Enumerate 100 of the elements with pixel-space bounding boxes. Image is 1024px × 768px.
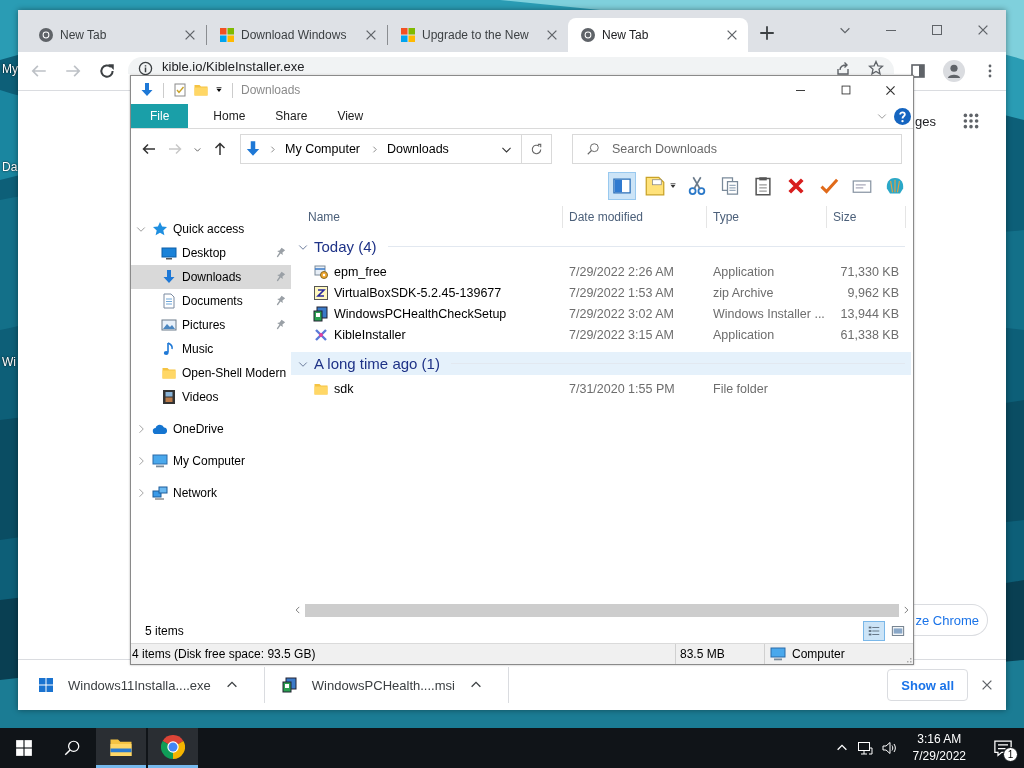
close-icon (183, 28, 197, 42)
app-icon (313, 326, 329, 343)
close-icon (976, 23, 990, 37)
setup-icon (313, 263, 329, 280)
date-cell-text: 7/29/2022 3:02 AM (568, 306, 675, 321)
type-cell-text: Application (712, 327, 776, 342)
taskbar-app[interactable] (96, 728, 146, 768)
film-icon (161, 389, 177, 405)
clipboard-icon (753, 176, 773, 196)
browser-tab[interactable]: Upgrade to the New (388, 18, 568, 52)
folder-icon (161, 365, 177, 381)
installer-icon (281, 677, 298, 693)
apps-grid-icon[interactable] (962, 112, 980, 130)
breadcrumb[interactable]: Downloads (370, 142, 453, 156)
bookmark-star-icon[interactable] (868, 60, 884, 76)
close-icon (364, 28, 378, 42)
desktop-icon-label[interactable]: My (2, 62, 18, 76)
computer-icon (770, 646, 786, 662)
type-cell-text: File folder (712, 381, 769, 396)
desktop-icon-label[interactable]: Wi (2, 355, 16, 369)
up-button[interactable] (212, 141, 228, 157)
status-size: 83.5 MB (680, 647, 725, 661)
toolbar-button[interactable] (608, 172, 636, 200)
close-icon (725, 28, 739, 42)
copy-icon (720, 176, 740, 196)
nav-item[interactable]: OneDrive (131, 417, 291, 441)
nav-item[interactable]: Documents (131, 289, 291, 313)
clock[interactable]: 3:16 AM 7/29/2022 (904, 731, 974, 765)
url-text: kible.io/KibleInstaller.exe (162, 59, 306, 74)
checklist-icon[interactable] (172, 82, 188, 98)
column-header[interactable]: Size (827, 206, 906, 228)
browser-tab[interactable]: New Tab (26, 18, 206, 52)
nav-item[interactable]: Music (131, 337, 291, 361)
group-header[interactable]: A long time ago (1) (291, 352, 911, 375)
nav-item[interactable]: Videos (131, 385, 291, 409)
column-header[interactable]: Name (291, 206, 563, 228)
file-name[interactable]: VirtualBoxSDK-5.2.45-139677 (334, 285, 502, 300)
view-button[interactable] (863, 621, 885, 641)
ribbon-tab[interactable]: Home (198, 104, 261, 128)
group-header[interactable]: Today (4) (291, 235, 911, 258)
help-icon[interactable] (894, 107, 911, 125)
nav-item[interactable]: Quick access (131, 217, 291, 241)
nav-item[interactable]: Pictures (131, 313, 291, 337)
address-bar[interactable]: My Computer Downloads (240, 134, 552, 164)
status-text: 4 items (Disk free space: 93.5 GB) (132, 647, 316, 661)
side-panel-icon[interactable] (910, 63, 926, 79)
ribbon-tab[interactable]: Share (260, 104, 323, 128)
nav-item[interactable]: Downloads (131, 265, 291, 289)
size-cell-text: 71,330 KB (839, 264, 900, 279)
download-item[interactable]: WindowsPCHealth....msi (281, 667, 508, 703)
notifications-button[interactable]: 1 (982, 728, 1024, 768)
nav-item[interactable]: My Computer (131, 449, 291, 473)
shell-icon (885, 176, 905, 196)
desktop-icon-label[interactable]: Da (2, 160, 18, 174)
browser-logo-icon (580, 27, 596, 43)
download-arrow-icon (161, 269, 177, 285)
minimize-icon (796, 89, 805, 91)
nav-item[interactable]: Desktop (131, 241, 291, 265)
search-icon (63, 739, 81, 757)
close-button[interactable] (980, 678, 994, 692)
chevron-icon (370, 144, 380, 154)
window-title: Downloads (241, 83, 301, 97)
volume-icon[interactable] (880, 740, 897, 756)
profile-avatar-icon[interactable] (943, 60, 965, 82)
column-header[interactable]: Type (707, 206, 827, 228)
notification-badge: 1 (1003, 747, 1018, 762)
column-header[interactable]: Date modified (563, 206, 707, 228)
show-all-button[interactable]: Show all (887, 669, 968, 701)
taskbar-app[interactable] (148, 728, 198, 768)
maximize-icon (838, 83, 853, 97)
nav-item[interactable]: Network (131, 481, 291, 505)
network-icon[interactable] (856, 740, 873, 756)
address-bar[interactable]: kible.io/KibleInstaller.exe (128, 57, 894, 74)
download-arrow-icon (244, 140, 262, 158)
info-icon[interactable] (138, 61, 153, 76)
date-cell-text: 7/29/2022 3:15 AM (568, 327, 675, 342)
size-cell-text: 61,338 KB (839, 327, 900, 342)
back-arrow-icon (141, 141, 157, 157)
ribbon-tab[interactable]: View (322, 104, 379, 128)
back-button[interactable] (141, 141, 157, 157)
status-location: Computer (792, 647, 845, 661)
file-name[interactable]: epm_free (334, 264, 387, 279)
search-field[interactable]: Search Downloads (572, 134, 902, 164)
cross-icon (786, 176, 806, 196)
browser-tab[interactable]: New Tab (568, 18, 748, 52)
browser-logo-icon (38, 27, 54, 43)
file-name[interactable]: WindowsPCHealthCheckSetup (334, 306, 507, 321)
reload-button[interactable] (98, 62, 116, 80)
download-icon[interactable] (139, 82, 155, 98)
browser-tab[interactable]: Download Windows (207, 18, 387, 52)
preview-view-icon (891, 624, 905, 638)
breadcrumb[interactable]: My Computer (268, 142, 365, 156)
file-name[interactable]: sdk (334, 381, 354, 396)
download-item[interactable]: Windows11Installa....exe (38, 667, 264, 703)
share-icon[interactable] (835, 60, 851, 76)
windows-logo-icon (219, 27, 235, 43)
nav-item[interactable]: Open-Shell Modern (131, 361, 291, 385)
file-name[interactable]: KibleInstaller (334, 327, 406, 342)
images-link[interactable]: ges (915, 113, 936, 129)
windows-logo-icon (15, 739, 33, 757)
